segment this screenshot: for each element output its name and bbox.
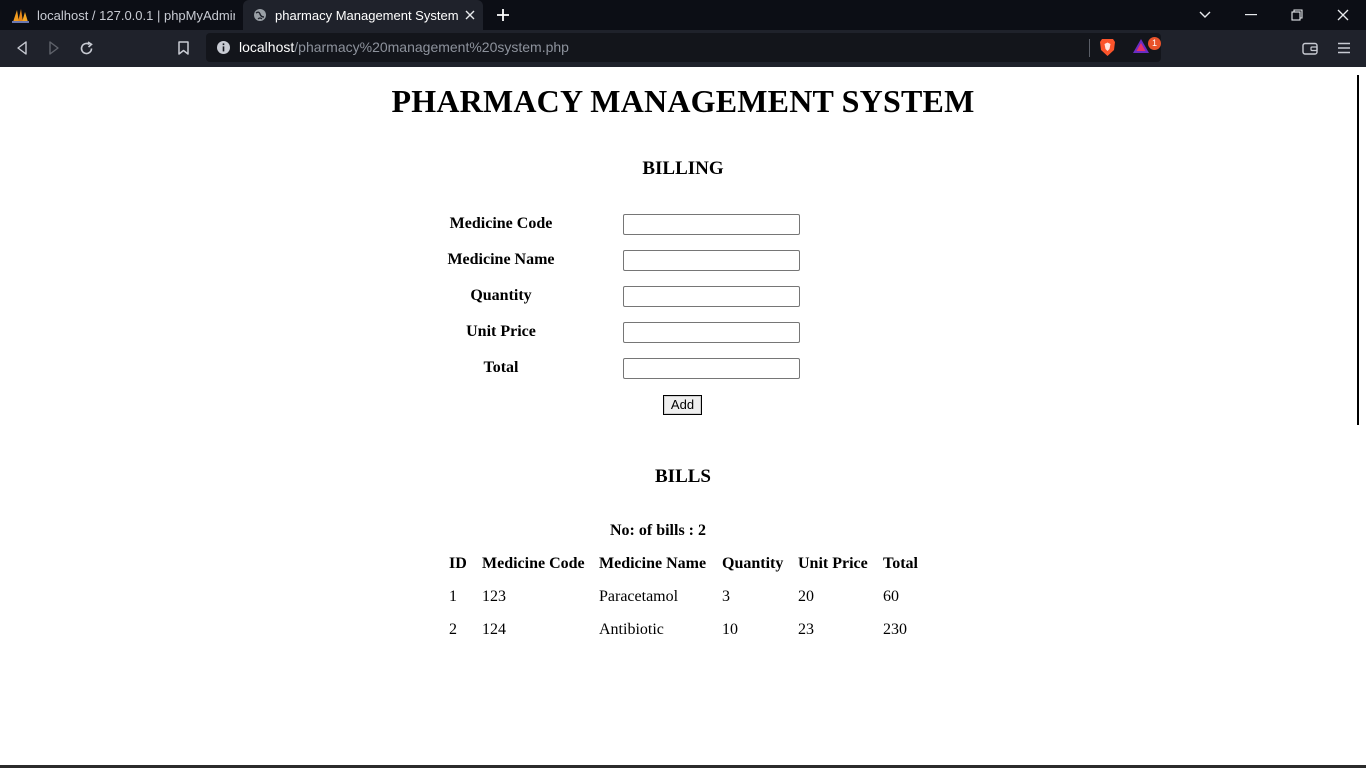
tab-search-chevron-icon[interactable] [1182, 0, 1228, 30]
total-field[interactable] [623, 358, 800, 379]
cell-unit-price: 23 [798, 621, 814, 638]
cell-medicine-name: Antibiotic [599, 621, 664, 638]
column-header-medicine-name: Medicine Name [599, 555, 707, 572]
cell-medicine-code: 124 [482, 621, 506, 638]
address-bar[interactable]: localhost/pharmacy%20management%20system… [206, 33, 1161, 62]
cell-unit-price: 20 [798, 588, 814, 605]
url-divider [1089, 39, 1090, 57]
forward-icon[interactable] [41, 36, 67, 60]
add-button[interactable]: Add [663, 395, 702, 415]
tab-phpmyadmin[interactable]: localhost / 127.0.0.1 | phpMyAdmin 5. [0, 0, 240, 30]
column-header-medicine-code: Medicine Code [482, 555, 585, 572]
cell-medicine-name: Paracetamol [599, 588, 679, 605]
globe-icon [253, 8, 267, 22]
cell-quantity: 10 [722, 621, 738, 638]
column-header-total: Total [883, 555, 918, 572]
bills-heading: BILLS [655, 466, 711, 487]
close-tab-icon[interactable] [461, 6, 479, 24]
bookmark-icon[interactable] [170, 36, 196, 60]
page-title: PHARMACY MANAGEMENT SYSTEM [391, 83, 975, 119]
medicine-name-label: Medicine Name [447, 251, 555, 268]
cell-total: 60 [883, 588, 899, 605]
minimize-icon[interactable] [1228, 0, 1274, 30]
quantity-label: Quantity [470, 287, 532, 304]
phpmyadmin-favicon-icon [12, 8, 29, 23]
column-header-quantity: Quantity [722, 555, 784, 572]
back-icon[interactable] [9, 36, 35, 60]
bill-count: No: of bills : 2 [610, 522, 706, 539]
reload-icon[interactable] [73, 36, 99, 60]
medicine-name-field[interactable] [623, 250, 800, 271]
tab-strip: localhost / 127.0.0.1 | phpMyAdmin 5. ph… [0, 0, 1366, 30]
total-label: Total [483, 359, 519, 376]
url-text[interactable]: localhost/pharmacy%20management%20system… [239, 39, 569, 55]
site-info-icon[interactable] [216, 40, 231, 60]
tab-title: pharmacy Management System [275, 7, 459, 23]
page-content: PHARMACY MANAGEMENT SYSTEM BILLING Medic… [0, 67, 1366, 768]
rewards-badge: 1 [1148, 37, 1161, 50]
column-header-unit-price: Unit Price [798, 555, 868, 572]
new-tab-icon[interactable] [492, 4, 514, 26]
restore-icon[interactable] [1274, 0, 1320, 30]
wallet-icon[interactable] [1297, 36, 1323, 60]
unit-price-label: Unit Price [466, 323, 536, 340]
unit-price-field[interactable] [623, 322, 800, 343]
cell-quantity: 3 [722, 588, 730, 605]
cell-id: 2 [449, 621, 457, 638]
billing-heading: BILLING [642, 158, 724, 179]
scrollbar[interactable] [1357, 75, 1359, 425]
column-header-id: ID [449, 555, 467, 572]
cell-medicine-code: 123 [482, 588, 506, 605]
quantity-field[interactable] [623, 286, 800, 307]
brave-shield-icon[interactable] [1099, 38, 1116, 62]
close-window-icon[interactable] [1320, 0, 1366, 30]
menu-icon[interactable] [1331, 36, 1357, 60]
medicine-code-field[interactable] [623, 214, 800, 235]
cell-id: 1 [449, 588, 457, 605]
tab-pharmacy[interactable]: pharmacy Management System [243, 0, 483, 30]
url-path: /pharmacy%20management%20system.php [294, 39, 569, 55]
cell-total: 230 [883, 621, 907, 638]
medicine-code-label: Medicine Code [449, 215, 553, 232]
tab-title: localhost / 127.0.0.1 | phpMyAdmin 5. [37, 7, 235, 23]
url-host: localhost [239, 39, 295, 55]
